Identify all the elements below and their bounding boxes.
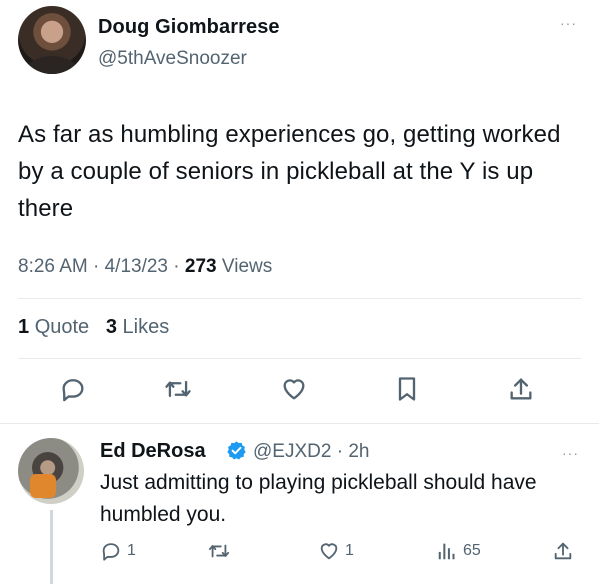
reply-share-action[interactable] <box>552 538 574 564</box>
thread-line <box>50 510 53 584</box>
meta-separator: · <box>173 256 180 277</box>
likes-label: Likes <box>122 316 170 338</box>
views-count: 273 <box>184 256 217 277</box>
divider <box>18 358 581 359</box>
tweet-date[interactable]: 4/13/23 <box>105 256 168 277</box>
reply-views-action[interactable]: 65 <box>436 538 481 564</box>
share-icon <box>552 540 574 562</box>
retweet-icon[interactable] <box>161 372 195 406</box>
tweet-time[interactable]: 8:26 AM <box>18 256 88 277</box>
quotes-label: Quote <box>34 316 90 338</box>
reply-icon <box>100 540 122 562</box>
author-name[interactable]: Doug Giombarrese <box>98 16 280 39</box>
tweet-actions <box>18 372 581 416</box>
reply-author-name[interactable]: Ed DeRosa <box>100 440 206 463</box>
divider <box>18 298 581 299</box>
quotes-stat[interactable]: 1 Quote <box>18 316 89 338</box>
view-count: 65 <box>463 542 481 559</box>
reply-count: 1 <box>127 542 136 559</box>
tweet-meta: 8:26 AM · 4/13/23 · 273 Views <box>18 256 272 278</box>
more-options-icon[interactable]: ··· <box>560 16 577 30</box>
reply-icon[interactable] <box>56 372 90 406</box>
tweet-header: Doug Giombarrese @5thAveSnoozer ··· <box>18 6 583 76</box>
reply-text: Just admitting to playing pickleball sho… <box>100 471 537 526</box>
meta-separator: · <box>336 441 344 462</box>
like-icon[interactable] <box>277 372 311 406</box>
reply-author-avatar[interactable] <box>18 438 84 504</box>
author-handle[interactable]: @5thAveSnoozer <box>98 48 247 70</box>
retweet-icon <box>207 540 231 562</box>
likes-stat[interactable]: 3 Likes <box>106 316 169 338</box>
reply-tweet[interactable]: Ed DeRosa @EJXD2 · 2h ··· Just admitting… <box>0 424 599 584</box>
reply-retweet-action[interactable] <box>207 538 231 564</box>
like-icon <box>318 540 340 562</box>
tweet-text: As far as humbling experiences go, getti… <box>18 121 561 222</box>
quotes-count: 1 <box>18 316 30 338</box>
reply-author-meta: @EJXD2 · 2h <box>253 441 369 463</box>
author-avatar[interactable] <box>18 6 86 74</box>
reply-actions: 1 1 65 <box>100 538 585 568</box>
engagement-stats: 1 Quote 3 Likes <box>18 316 169 339</box>
like-count: 1 <box>345 542 354 559</box>
bookmark-icon[interactable] <box>390 372 424 406</box>
reply-age[interactable]: 2h <box>348 441 369 462</box>
likes-count: 3 <box>105 316 117 338</box>
more-options-icon[interactable]: ··· <box>562 446 579 460</box>
reply-like-action[interactable]: 1 <box>318 538 354 564</box>
reply-author-handle[interactable]: @EJXD2 <box>253 441 331 462</box>
views-label: Views <box>221 256 273 277</box>
reply-reply-action[interactable]: 1 <box>100 538 136 564</box>
verified-badge-icon <box>226 440 247 461</box>
meta-separator: · <box>93 256 100 277</box>
views-icon <box>436 540 458 562</box>
share-icon[interactable] <box>504 372 538 406</box>
